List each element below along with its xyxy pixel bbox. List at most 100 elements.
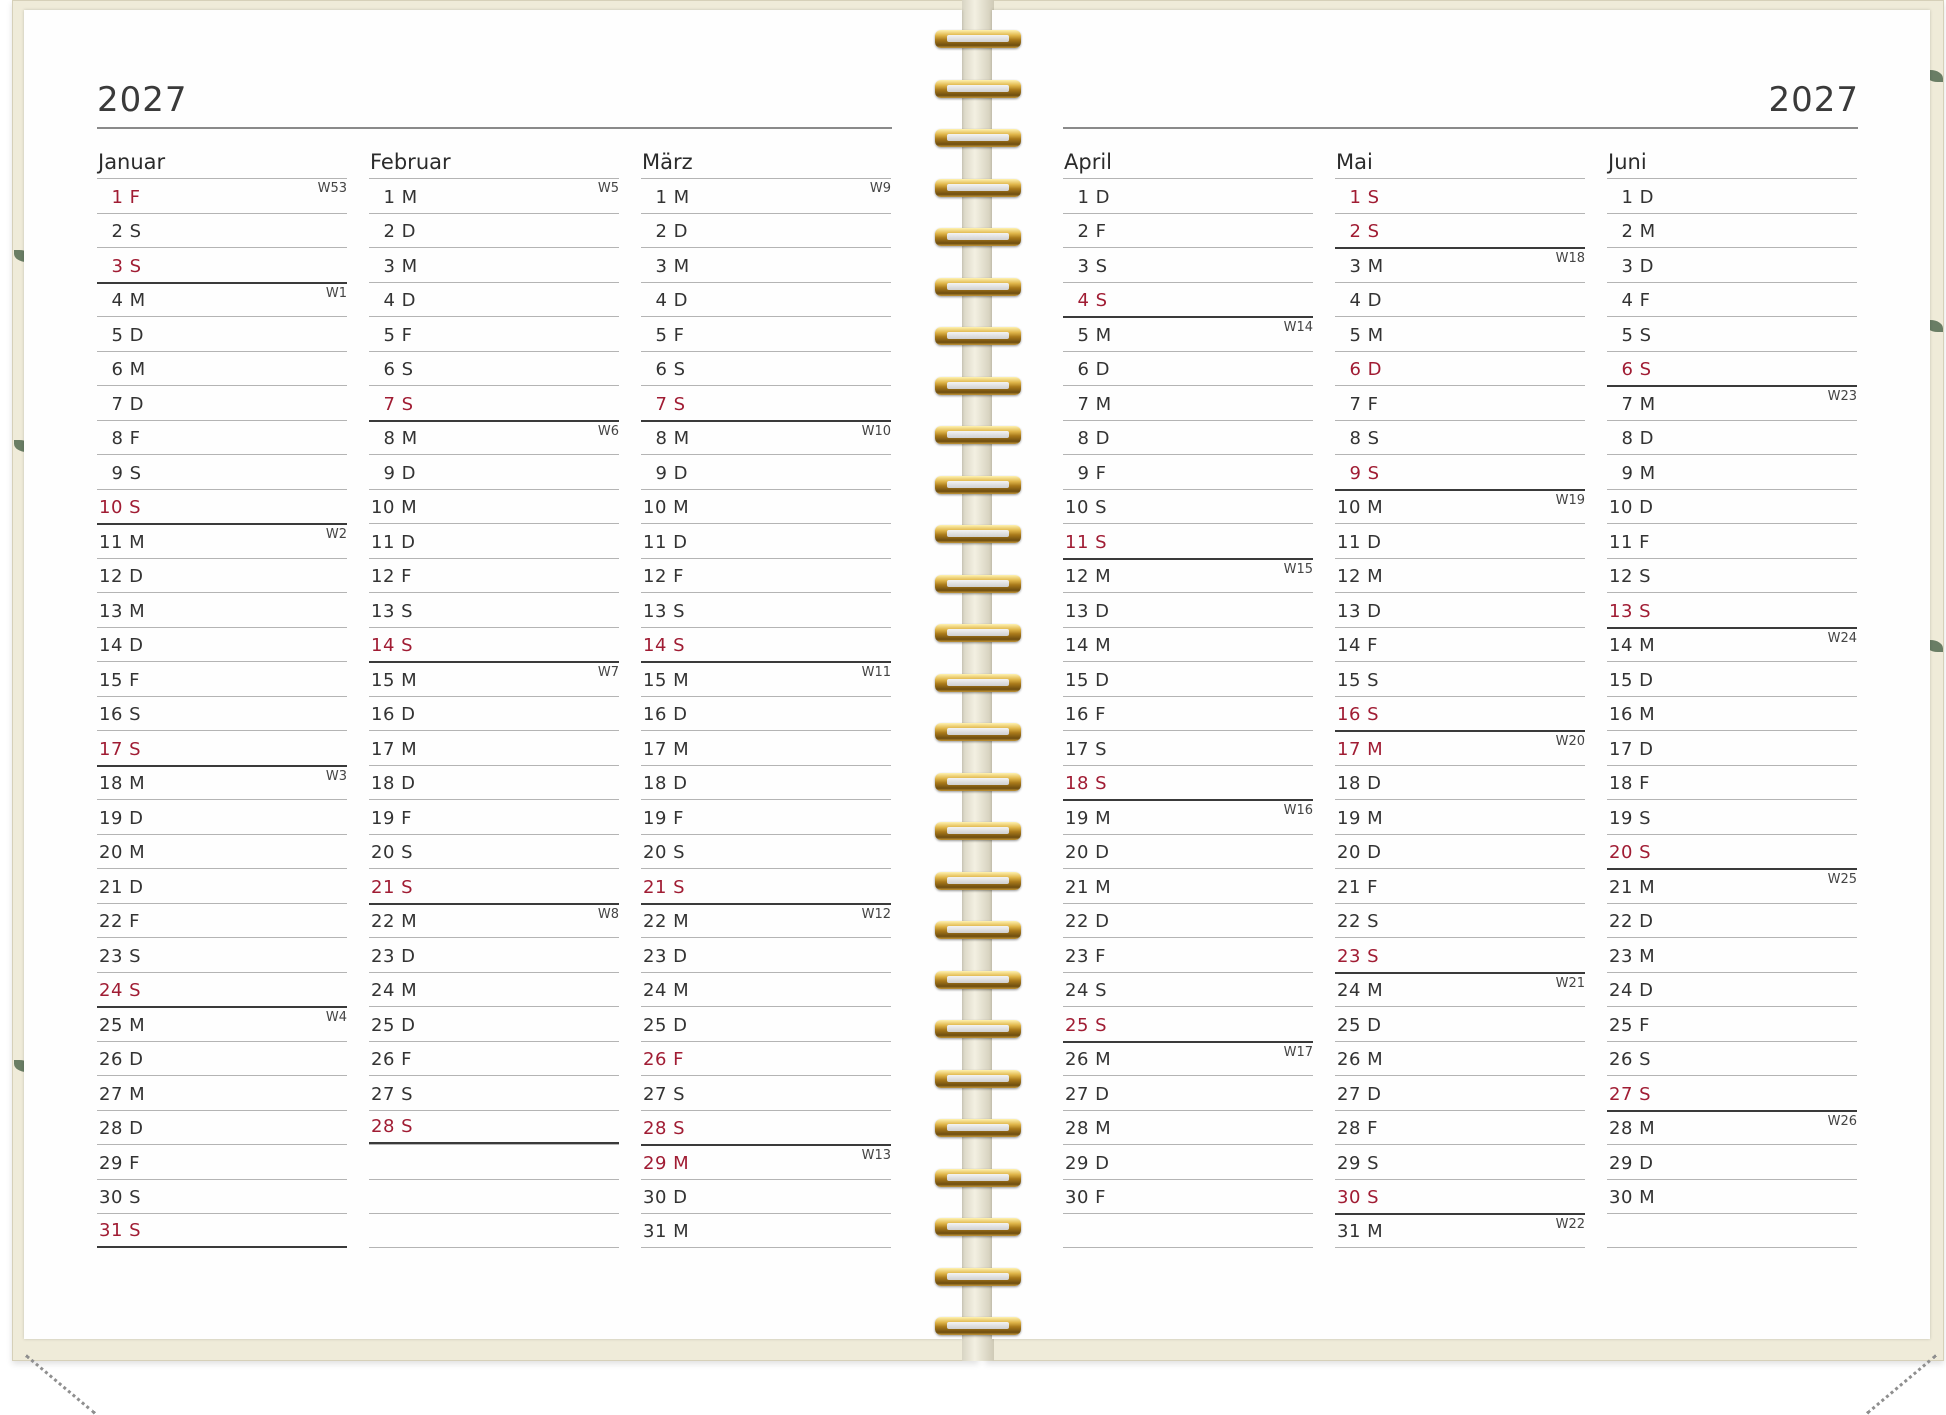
day-row[interactable]: 29 M W13	[641, 1144, 891, 1179]
day-row[interactable]: 30 S	[1335, 1178, 1585, 1214]
day-row[interactable]: 8 D	[1607, 419, 1857, 455]
day-row[interactable]: 17 D	[1607, 730, 1857, 765]
day-row[interactable]: 30 S	[97, 1178, 347, 1214]
day-row[interactable]: 28 S	[369, 1109, 619, 1144]
day-row[interactable]: 7 S	[641, 385, 891, 420]
day-row[interactable]: 27 S	[1607, 1075, 1857, 1110]
day-row[interactable]	[369, 1178, 619, 1214]
day-row[interactable]: 4 D	[641, 281, 891, 317]
day-row[interactable]: 18 F	[1607, 764, 1857, 800]
day-row[interactable]: 22 M W12	[641, 902, 891, 938]
day-row[interactable]: 11 D	[641, 523, 891, 558]
day-row[interactable]: 2 D	[369, 212, 619, 248]
day-row[interactable]: 16 D	[641, 695, 891, 731]
day-row[interactable]: 25 D	[1335, 1006, 1585, 1041]
day-row[interactable]: 16 S	[1335, 695, 1585, 731]
day-row[interactable]: 15 F	[97, 661, 347, 696]
day-row[interactable]: 8 M W6	[369, 419, 619, 455]
day-row[interactable]: 1 D	[1063, 178, 1313, 213]
day-row[interactable]: 22 D	[1607, 902, 1857, 938]
day-row[interactable]: 11 D	[369, 523, 619, 558]
day-row[interactable]: 20 S	[369, 833, 619, 869]
day-row[interactable]: 1 D	[1607, 178, 1857, 213]
day-row[interactable]: 22 M W8	[369, 902, 619, 938]
day-row[interactable]: 24 S	[1063, 971, 1313, 1007]
day-row[interactable]: 14 M W24	[1607, 626, 1857, 662]
day-row[interactable]: 22 S	[1335, 902, 1585, 938]
day-row[interactable]: 19 F	[641, 799, 891, 834]
day-row[interactable]: 21 S	[641, 868, 891, 903]
day-row[interactable]: 28 D	[97, 1109, 347, 1145]
day-row[interactable]: 7 M W23	[1607, 385, 1857, 420]
day-row[interactable]	[369, 1144, 619, 1179]
day-row[interactable]: 2 S	[1335, 212, 1585, 248]
day-row[interactable]: 18 D	[641, 764, 891, 800]
day-row[interactable]: 17 M W20	[1335, 730, 1585, 765]
day-row[interactable]: 5 F	[641, 316, 891, 351]
day-row[interactable]: 17 S	[1063, 730, 1313, 765]
day-row[interactable]: 9 D	[641, 454, 891, 489]
day-row[interactable]: 25 F	[1607, 1006, 1857, 1041]
day-row[interactable]: 23 D	[641, 937, 891, 972]
day-row[interactable]: 17 M	[641, 730, 891, 765]
day-row[interactable]: 18 D	[369, 764, 619, 800]
day-row[interactable]: 16 S	[97, 695, 347, 731]
day-row[interactable]: 16 M	[1607, 695, 1857, 731]
day-row[interactable]: 14 S	[369, 626, 619, 662]
day-row[interactable]: 27 S	[641, 1075, 891, 1110]
day-row[interactable]: 4 F	[1607, 281, 1857, 317]
day-row[interactable]: 31 M	[641, 1213, 891, 1248]
day-row[interactable]: 22 F	[97, 902, 347, 938]
day-row[interactable]: 3 M	[369, 247, 619, 282]
day-row[interactable]: 21 S	[369, 868, 619, 903]
day-row[interactable]: 15 D	[1607, 661, 1857, 696]
day-row[interactable]: 30 M	[1607, 1178, 1857, 1214]
day-row[interactable]: 23 S	[97, 937, 347, 972]
day-row[interactable]: 27 D	[1335, 1075, 1585, 1110]
day-row[interactable]: 28 F	[1335, 1109, 1585, 1145]
day-row[interactable]: 4 D	[1335, 281, 1585, 317]
day-row[interactable]: 29 D	[1063, 1144, 1313, 1179]
day-row[interactable]: 11 S	[1063, 523, 1313, 558]
day-row[interactable]: 12 F	[369, 557, 619, 593]
day-row[interactable]: 25 D	[641, 1006, 891, 1041]
day-row[interactable]: 8 F	[97, 419, 347, 455]
day-row[interactable]: 12 D	[97, 557, 347, 593]
day-row[interactable]: 1 M W5	[369, 178, 619, 213]
day-row[interactable]: 14 F	[1335, 626, 1585, 662]
day-row[interactable]: 20 S	[641, 833, 891, 869]
day-row[interactable]: 20 M	[97, 833, 347, 869]
day-row[interactable]: 18 D	[1335, 764, 1585, 800]
day-row[interactable]	[1063, 1213, 1313, 1248]
day-row[interactable]: 8 D	[1063, 419, 1313, 455]
day-row[interactable]: 29 F	[97, 1144, 347, 1179]
day-row[interactable]: 15 S	[1335, 661, 1585, 696]
day-row[interactable]: 9 F	[1063, 454, 1313, 489]
day-row[interactable]: 6 D	[1335, 350, 1585, 386]
day-row[interactable]: 5 S	[1607, 316, 1857, 351]
day-row[interactable]: 10 M	[641, 488, 891, 524]
day-row[interactable]: 13 M	[97, 592, 347, 627]
day-row[interactable]: 16 F	[1063, 695, 1313, 731]
day-row[interactable]: 28 M W26	[1607, 1109, 1857, 1145]
day-row[interactable]: 20 S	[1607, 833, 1857, 869]
day-row[interactable]: 14 S	[641, 626, 891, 662]
day-row[interactable]: 10 M W19	[1335, 488, 1585, 524]
day-row[interactable]: 23 D	[369, 937, 619, 972]
day-row[interactable]: 7 D	[97, 385, 347, 420]
day-row[interactable]: 14 D	[97, 626, 347, 662]
day-row[interactable]: 8 S	[1335, 419, 1585, 455]
day-row[interactable]: 21 M	[1063, 868, 1313, 903]
day-row[interactable]	[369, 1213, 619, 1248]
day-row[interactable]: 3 D	[1607, 247, 1857, 282]
day-row[interactable]: 22 D	[1063, 902, 1313, 938]
day-row[interactable]: 1 M W9	[641, 178, 891, 213]
day-row[interactable]: 20 D	[1335, 833, 1585, 869]
day-row[interactable]: 10 S	[1063, 488, 1313, 524]
day-row[interactable]: 2 D	[641, 212, 891, 248]
day-row[interactable]: 15 M W11	[641, 661, 891, 696]
day-row[interactable]: 25 D	[369, 1006, 619, 1041]
day-row[interactable]: 1 S	[1335, 178, 1585, 213]
day-row[interactable]: 25 M W4	[97, 1006, 347, 1041]
day-row[interactable]: 7 M	[1063, 385, 1313, 420]
